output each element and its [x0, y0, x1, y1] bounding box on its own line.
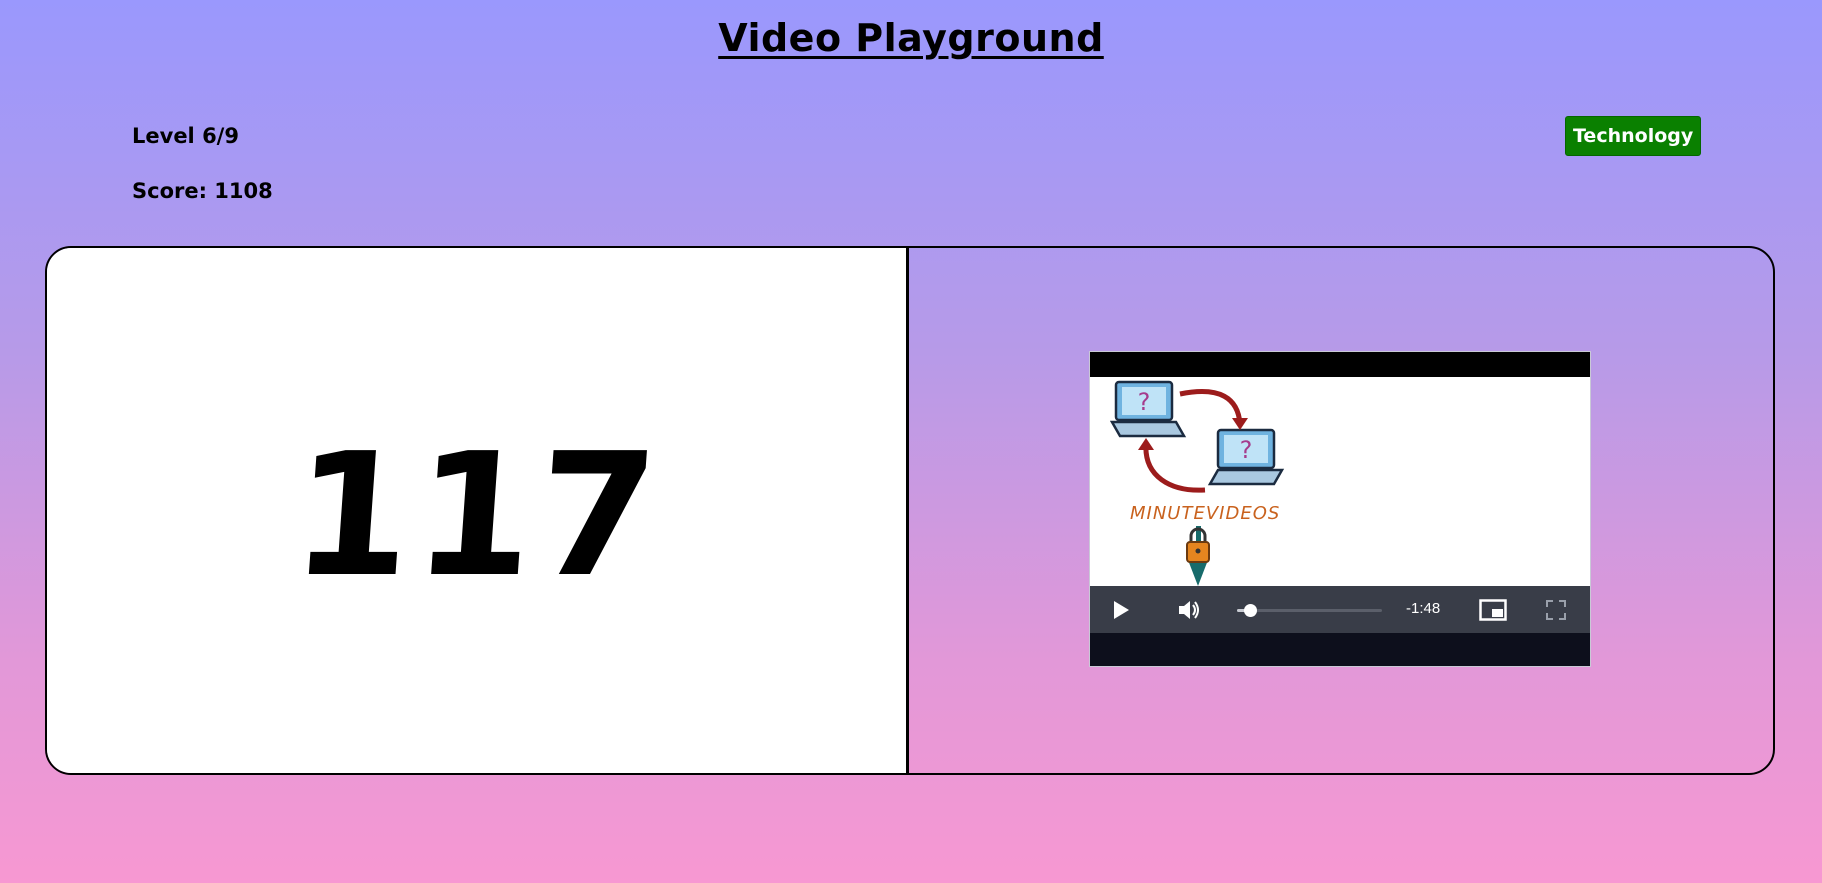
category-badge[interactable]: Technology — [1565, 116, 1702, 156]
volume-icon[interactable] — [1177, 599, 1201, 621]
video-controls: -1:48 — [1090, 586, 1590, 634]
play-icon[interactable] — [1114, 601, 1129, 619]
answer-number: 117 — [286, 416, 667, 615]
picture-in-picture-icon[interactable] — [1479, 599, 1507, 621]
seek-handle[interactable] — [1244, 604, 1258, 617]
page-title: Video Playground — [718, 16, 1104, 60]
svg-text:?: ? — [1240, 436, 1253, 464]
level-indicator: Level 6/9 — [132, 124, 239, 148]
video-panel: ? ? MINUTEVIDEOS -1:48 — [909, 248, 1773, 773]
seek-slider[interactable] — [1237, 604, 1382, 617]
game-board: 117 ? ? MINUTEVIDEOS -1:48 — [45, 246, 1775, 775]
laptop-icon: ? — [1207, 428, 1285, 486]
number-panel[interactable]: 117 — [47, 248, 909, 773]
video-player[interactable]: ? ? MINUTEVIDEOS -1:48 — [1089, 351, 1591, 667]
thumbnail-brand-text: MINUTEVIDEOS — [1130, 503, 1281, 524]
video-letterbox-bottom — [1090, 633, 1590, 666]
laptop-swap-illustration: ? ? — [1110, 380, 1285, 586]
svg-text:?: ? — [1138, 388, 1151, 416]
score-display: Score: 1108 — [132, 179, 273, 203]
video-letterbox-top — [1090, 352, 1590, 377]
time-remaining: -1:48 — [1406, 600, 1441, 617]
laptop-icon: ? — [1110, 380, 1187, 438]
fullscreen-icon[interactable] — [1546, 600, 1566, 620]
